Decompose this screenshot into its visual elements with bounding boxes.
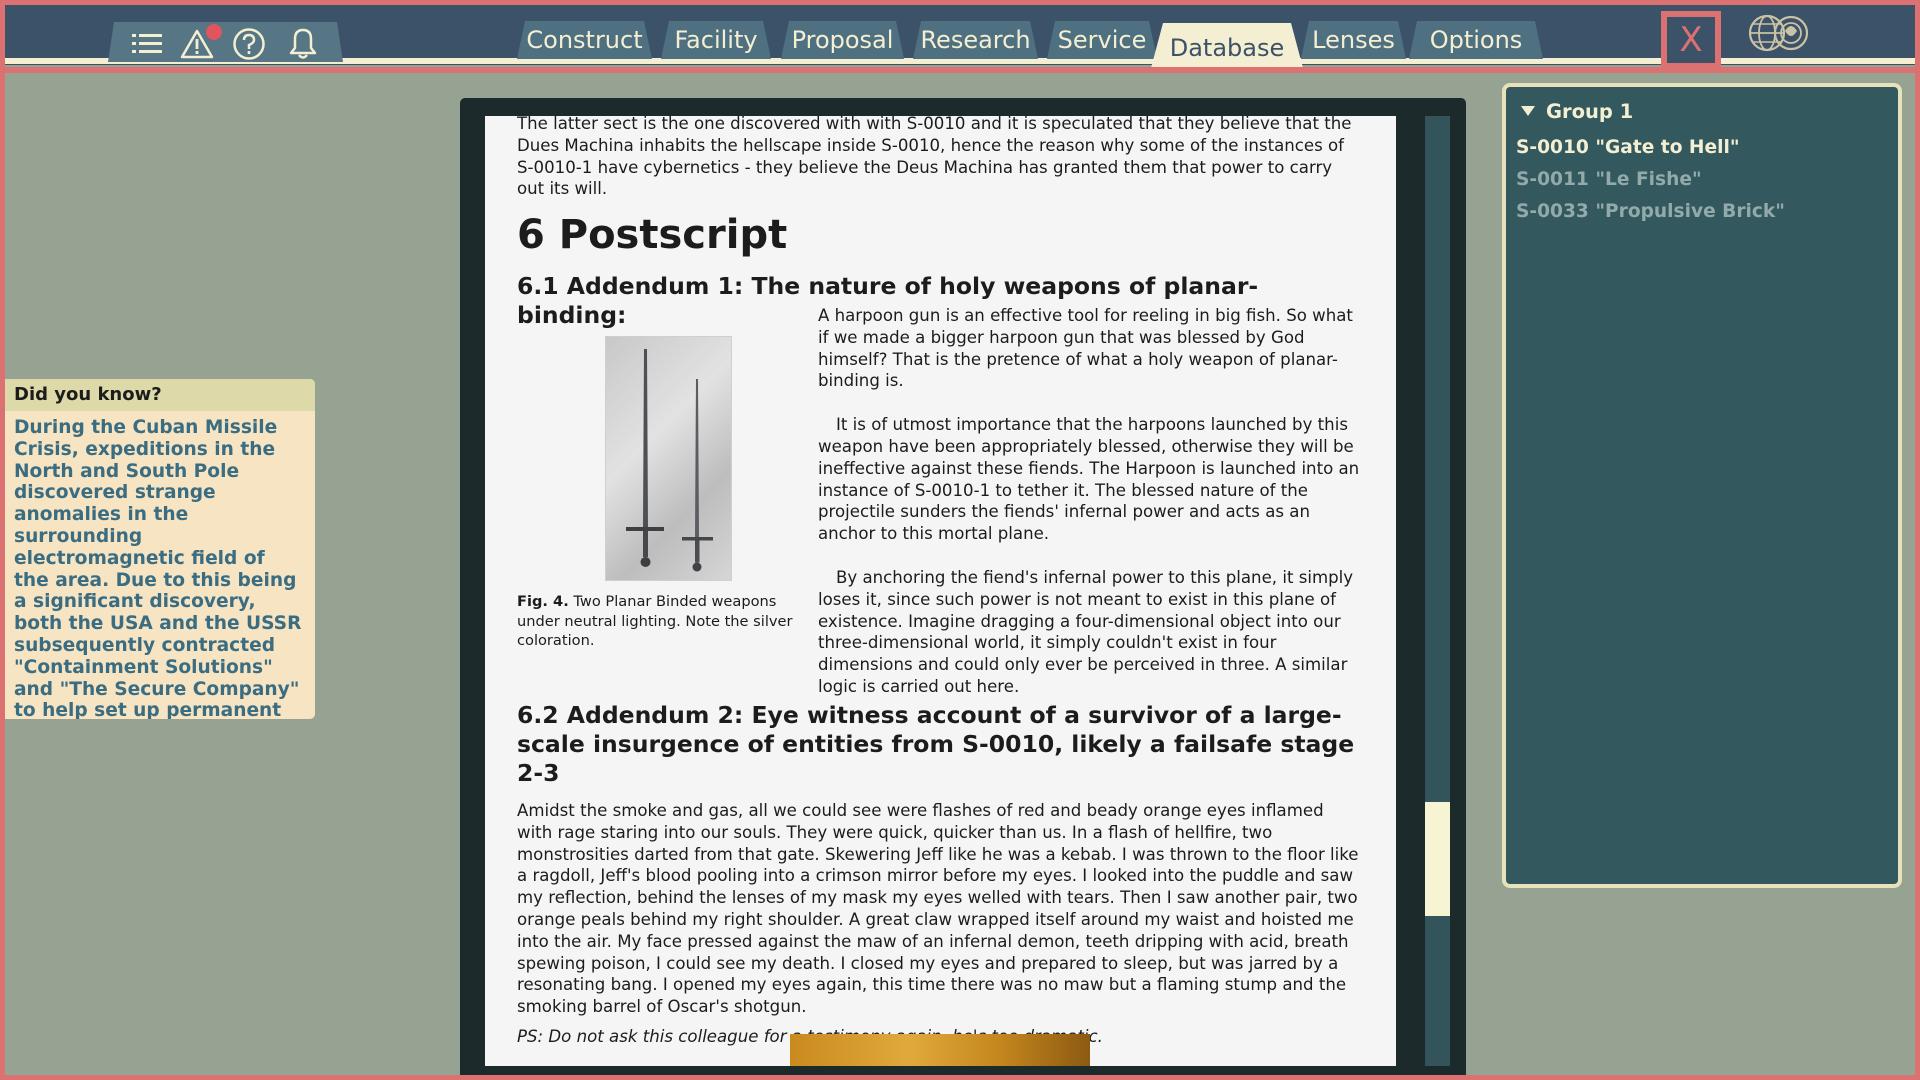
globe-logo-icon — [1748, 14, 1809, 52]
help-icon[interactable] — [230, 26, 268, 62]
top-bar-border — [5, 67, 1915, 73]
addendum-1-text: A harpoon gun is an effective tool for r… — [818, 305, 1363, 698]
tab-service[interactable]: Service — [1047, 21, 1157, 59]
entry-s0011[interactable]: S-0011 "Le Fishe" — [1516, 169, 1702, 190]
group-title: Group 1 — [1546, 99, 1634, 123]
tab-database[interactable]: Database — [1151, 23, 1303, 68]
group-header[interactable]: Group 1 — [1520, 97, 1633, 125]
document-viewer: The latter sect is the one discovered wi… — [460, 98, 1466, 1075]
icon-tray — [108, 22, 343, 62]
caret-down-icon[interactable] — [1520, 105, 1536, 117]
tab-lenses[interactable]: Lenses — [1301, 21, 1406, 59]
addendum-2-heading: 6.2 Addendum 2: Eye witness account of a… — [517, 701, 1355, 787]
bell-icon[interactable] — [284, 26, 322, 62]
document-page[interactable]: The latter sect is the one discovered wi… — [485, 116, 1396, 1066]
intro-paragraph: The latter sect is the one discovered wi… — [517, 116, 1352, 199]
tab-construct[interactable]: Construct — [517, 21, 652, 59]
did-you-know-title: Did you know? — [5, 379, 315, 411]
app-window: Construct Facility Proposal Research Ser… — [5, 5, 1915, 1075]
addendum-1-paragraph: By anchoring the fiend's infernal power … — [818, 567, 1354, 696]
did-you-know-text: During the Cuban Missile Crisis, expedit… — [14, 417, 302, 719]
tab-facility[interactable]: Facility — [661, 21, 771, 59]
entry-s0010[interactable]: S-0010 "Gate to Hell" — [1516, 137, 1740, 158]
entry-list-panel: Group 1 S-0010 "Gate to Hell" S-0011 "Le… — [1502, 83, 1902, 888]
top-bar: Construct Facility Proposal Research Ser… — [5, 5, 1915, 69]
addendum-2: 6.2 Addendum 2: Eye witness account of a… — [517, 701, 1363, 1048]
figure-caption: Fig. 4. Two Planar Binded weapons under … — [517, 592, 812, 651]
tab-research[interactable]: Research — [913, 21, 1038, 59]
tab-proposal[interactable]: Proposal — [781, 21, 904, 59]
close-button[interactable]: X — [1661, 11, 1721, 69]
warning-icon[interactable] — [178, 26, 216, 62]
addendum-1-paragraph: It is of utmost importance that the harp… — [818, 415, 1360, 544]
tab-options[interactable]: Options — [1409, 21, 1543, 59]
figure-label: Fig. 4. — [517, 593, 569, 610]
notification-dot — [206, 24, 222, 40]
scrollbar-thumb[interactable] — [1425, 802, 1450, 916]
document-scrollbar[interactable] — [1425, 116, 1450, 1066]
did-you-know-panel: Did you know? During the Cuban Missile C… — [5, 379, 315, 719]
addendum-1-paragraph: A harpoon gun is an effective tool for r… — [818, 306, 1353, 391]
sword-right-icon — [682, 379, 713, 572]
sword-left-icon — [626, 349, 664, 567]
document-image-partial — [790, 1034, 1090, 1066]
figure-image — [605, 336, 732, 581]
menu-icon[interactable] — [128, 26, 166, 62]
section-heading: 6 Postscript — [517, 212, 788, 259]
addendum-2-text: Amidst the smoke and gas, all we could s… — [517, 801, 1359, 1017]
entry-s0033[interactable]: S-0033 "Propulsive Brick" — [1516, 201, 1785, 222]
